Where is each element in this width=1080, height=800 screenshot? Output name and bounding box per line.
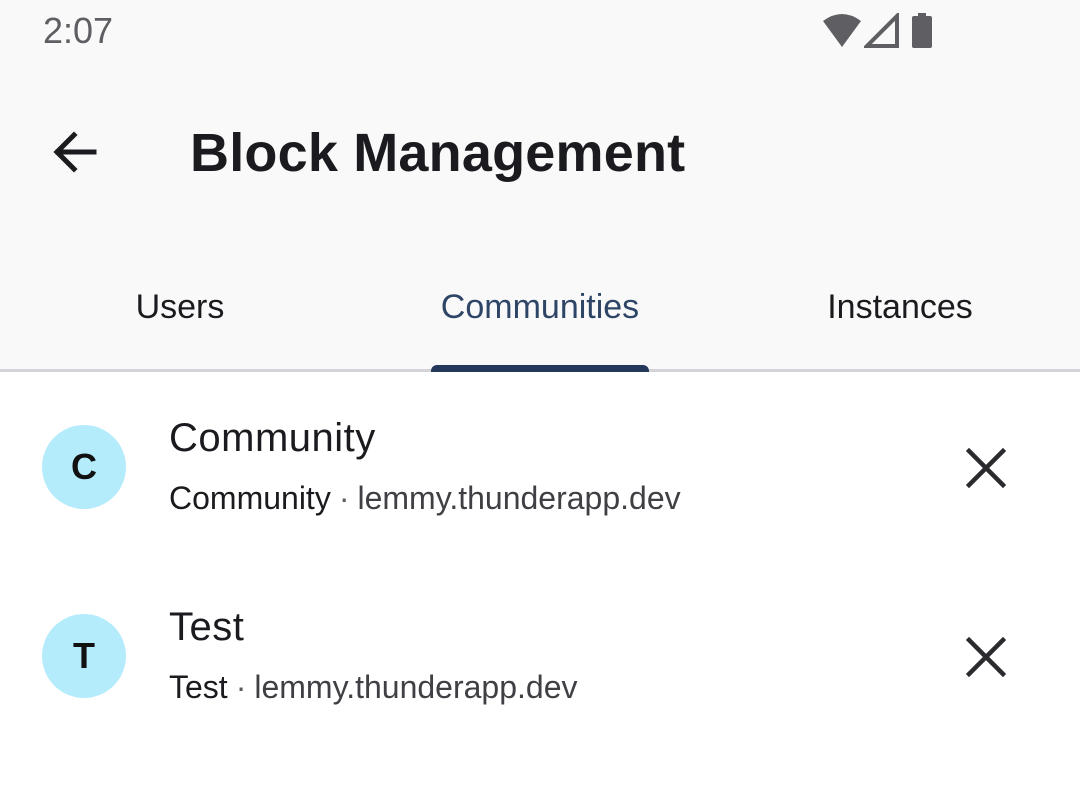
active-tab-indicator: [431, 365, 649, 372]
tab-communities[interactable]: Communities: [360, 246, 720, 369]
tab-users[interactable]: Users: [0, 246, 360, 369]
battery-icon: [912, 13, 932, 48]
tab-users-label: Users: [135, 288, 225, 326]
status-time: 2:07: [43, 10, 114, 51]
community-name: Community: [169, 480, 331, 516]
avatar: C: [42, 425, 126, 509]
unblock-button[interactable]: [950, 432, 1022, 504]
status-bar: 2:07: [0, 0, 1080, 64]
separator-dot: ·: [235, 669, 247, 705]
blocked-communities-list: C Community Community · lemmy.thunderapp.d…: [0, 372, 1080, 750]
tab-bar: Users Communities Instances: [0, 246, 1080, 372]
separator-dot: ·: [338, 480, 350, 516]
avatar: T: [42, 614, 126, 698]
community-title: Test: [169, 605, 245, 649]
community-title: Community: [169, 416, 376, 460]
cellular-signal-icon: [864, 13, 899, 48]
unblock-button[interactable]: [950, 621, 1022, 693]
wifi-icon: [823, 14, 861, 47]
arrow-back-icon: [53, 131, 97, 173]
page-title: Block Management: [190, 123, 686, 183]
community-subtitle: Community · lemmy.thunderapp.dev: [169, 480, 681, 517]
community-subtitle: Test · lemmy.thunderapp.dev: [169, 669, 577, 706]
block-management-screen: 2:07 Block Management Users Communities …: [0, 0, 1080, 800]
community-name: Test: [169, 669, 228, 705]
community-instance: lemmy.thunderapp.dev: [254, 669, 578, 705]
list-item[interactable]: C Community Community · lemmy.thunderapp.d…: [0, 372, 1080, 561]
tab-communities-label: Communities: [440, 288, 640, 326]
close-icon: [966, 637, 1006, 677]
tab-instances[interactable]: Instances: [720, 246, 1080, 369]
tab-instances-label: Instances: [827, 288, 973, 326]
list-item[interactable]: T Test Test · lemmy.thunderapp.dev: [0, 561, 1080, 750]
back-button[interactable]: [38, 116, 110, 188]
close-icon: [966, 448, 1006, 488]
community-instance: lemmy.thunderapp.dev: [357, 480, 681, 516]
app-bar: Block Management: [0, 64, 1080, 246]
